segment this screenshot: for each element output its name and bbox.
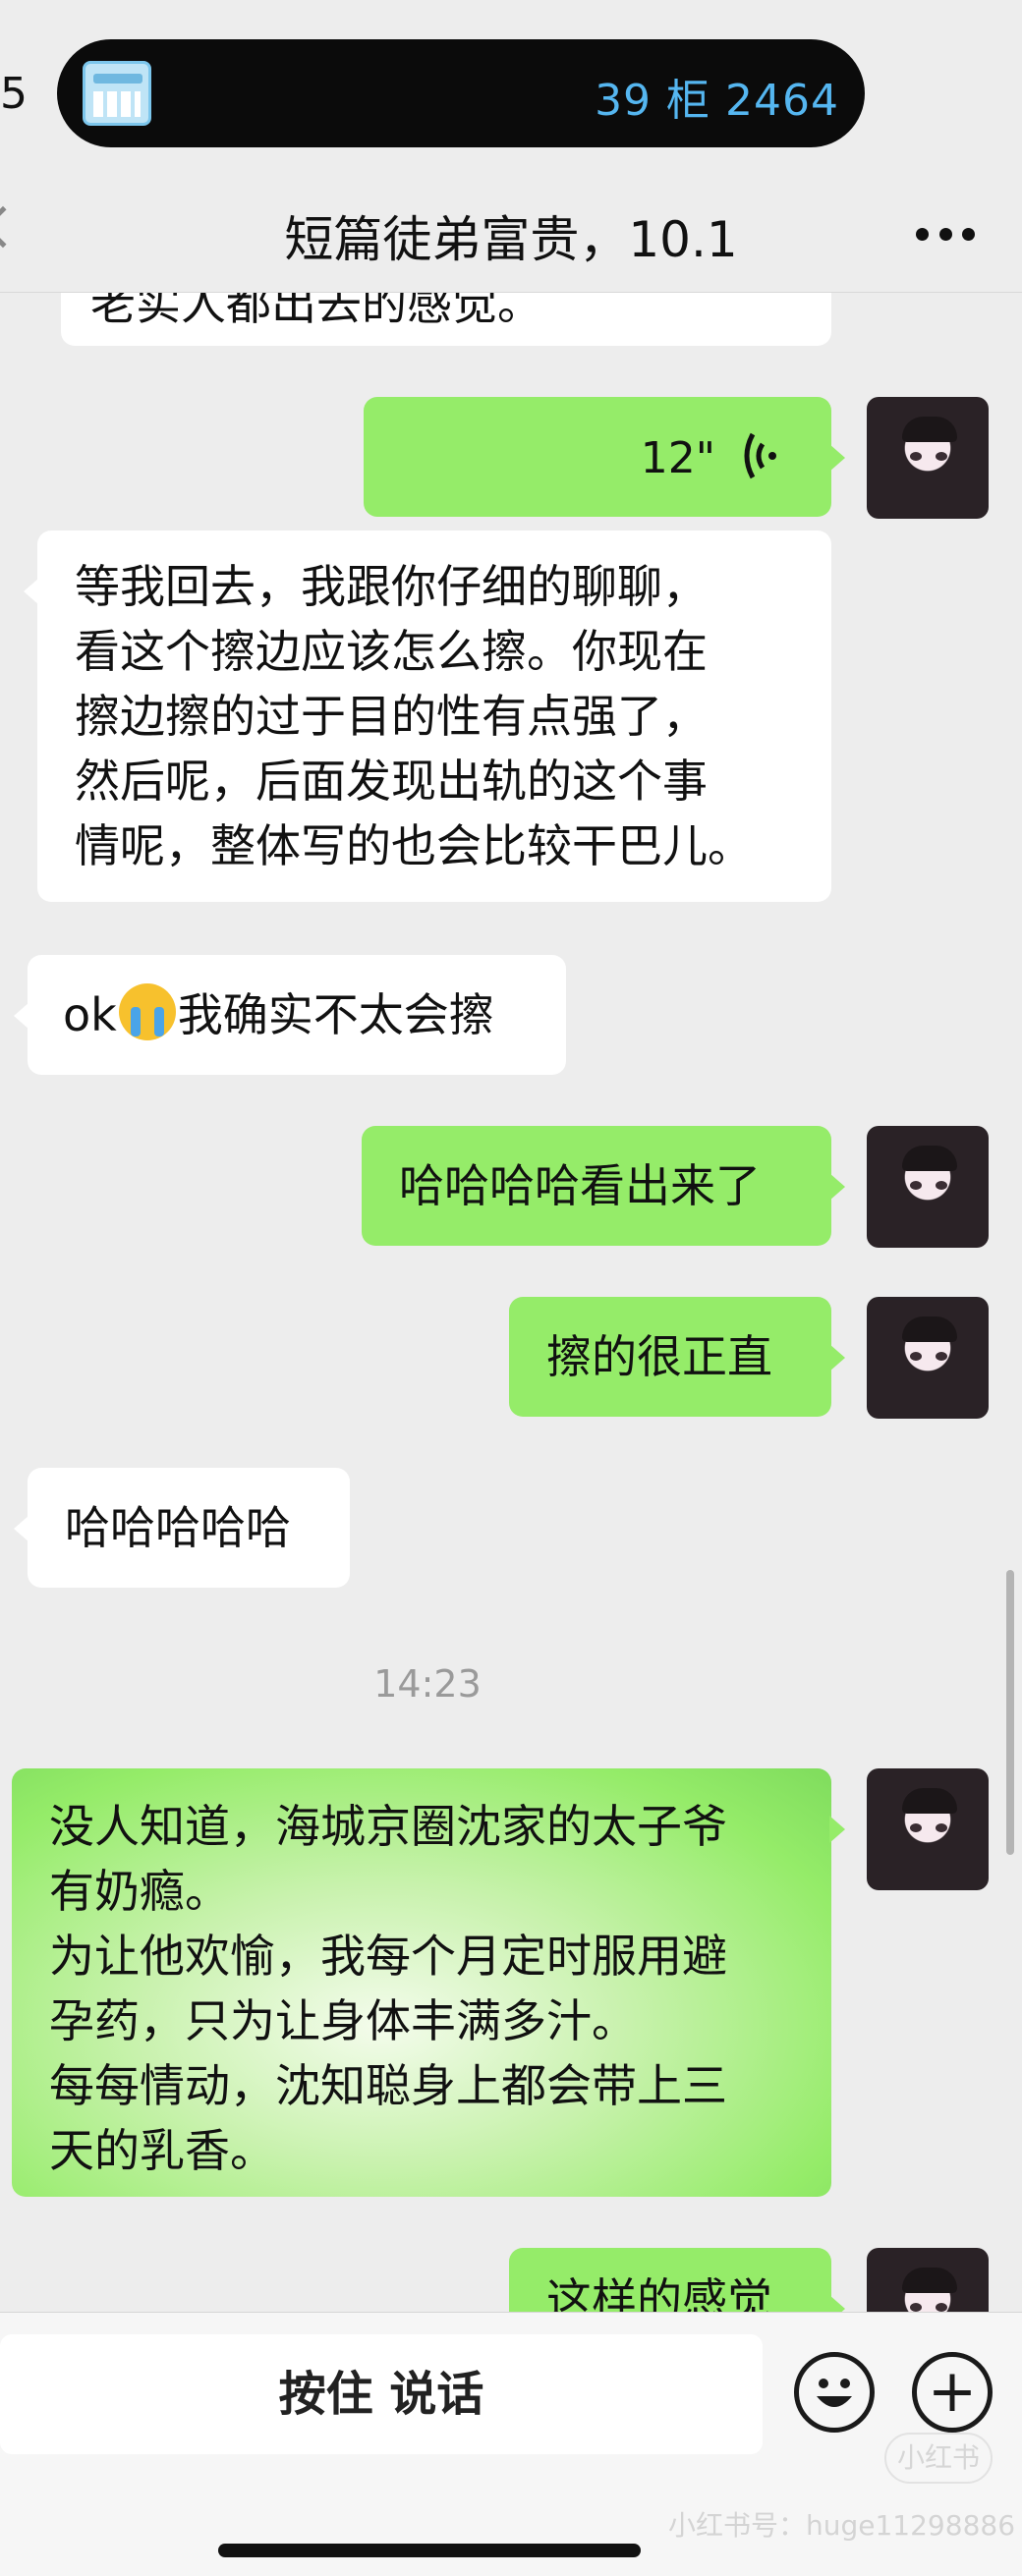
avatar[interactable] bbox=[867, 1126, 989, 1248]
pill-text: 39 柜 2464 bbox=[595, 76, 839, 126]
message-line: 有奶瘾。 bbox=[49, 1865, 230, 1918]
avatar[interactable] bbox=[867, 1768, 989, 1890]
message-bubble-left[interactable]: 等我回去，我跟你仔细的聊聊， 看这个擦边应该怎么擦。你现在 擦边擦的过于目的性有… bbox=[24, 531, 831, 902]
voice-length: 12" bbox=[640, 433, 715, 483]
message-line: 情呢，整体写的也会比较干巴儿。 bbox=[75, 819, 753, 872]
message-line: 擦边擦的过于目的性有点强了， bbox=[75, 690, 708, 743]
home-indicator bbox=[218, 2544, 641, 2557]
message-bubble-left[interactable]: ok 我确实不太会擦 bbox=[14, 955, 566, 1075]
avatar[interactable] bbox=[867, 1297, 989, 1419]
message-bubble-left[interactable]: 老实人都出去的感觉。 bbox=[61, 293, 831, 346]
message-text: 哈哈哈哈哈 bbox=[65, 1501, 291, 1554]
message-bubble-right[interactable]: 擦的很正直 bbox=[509, 1297, 845, 1417]
emoji-button-icon[interactable] bbox=[794, 2352, 875, 2433]
watermark-text: 小红书号：huge11298886 bbox=[668, 2509, 1016, 2542]
calendar-icon bbox=[83, 61, 151, 126]
more-icon[interactable] bbox=[916, 228, 975, 242]
message-text: 哈哈哈哈看出来了 bbox=[399, 1159, 761, 1212]
message-bubble-right[interactable]: 哈哈哈哈看出来了 bbox=[362, 1126, 845, 1246]
hold-to-talk-button[interactable]: 按住 说话 bbox=[0, 2334, 763, 2454]
avatar[interactable] bbox=[867, 2248, 989, 2312]
message-bubble-right[interactable]: 这样的感觉 bbox=[509, 2248, 845, 2312]
dynamic-island-pill[interactable]: 39 柜 2464 bbox=[57, 39, 865, 147]
status-time-fragment: 5 bbox=[0, 69, 28, 119]
voice-wave-icon bbox=[739, 426, 782, 485]
message-line: 没人知道，海城京圈沈家的太子爷 bbox=[49, 1800, 727, 1853]
message-line: 天的乳香。 bbox=[49, 2124, 275, 2177]
crying-emoji bbox=[118, 983, 176, 1040]
message-text: 这样的感觉 bbox=[546, 2273, 772, 2312]
message-line: 每每情动，沈知聪身上都会带上三 bbox=[49, 2059, 727, 2112]
watermark-badge: 小红书 bbox=[884, 2433, 993, 2484]
message-bubble-left[interactable]: 哈哈哈哈哈 bbox=[14, 1468, 350, 1588]
plus-button-icon[interactable]: + bbox=[912, 2352, 993, 2433]
message-line: 然后呢，后面发现出轨的这个事 bbox=[75, 755, 708, 808]
message-line: 看这个擦边应该怎么擦。你现在 bbox=[75, 625, 708, 678]
input-bar: 按住 说话 + 小红书 小红书号：huge11298886 bbox=[0, 2312, 1022, 2576]
voice-message-bubble[interactable]: 12" bbox=[364, 397, 845, 517]
message-text: 擦的很正直 bbox=[546, 1330, 772, 1383]
message-line: 为让他欢愉，我每个月定时服用避 bbox=[49, 1930, 727, 1983]
message-text-suffix: 我确实不太会擦 bbox=[177, 988, 494, 1041]
message-line: 孕药，只为让身体丰满多汁。 bbox=[49, 1994, 637, 2047]
avatar[interactable] bbox=[867, 397, 989, 519]
chat-area[interactable]: 老实人都出去的感觉。 12" 等我回去，我跟你仔细的聊聊， 看这个擦边应该怎么擦… bbox=[0, 293, 1022, 2312]
chat-title: 短篇徒弟富贵，10.1 bbox=[284, 211, 738, 268]
message-bubble-right[interactable]: 没人知道，海城京圈沈家的太子爷 有奶瘾。 为让他欢愉，我每个月定时服用避 孕药，… bbox=[12, 1768, 845, 2197]
scrollbar[interactable] bbox=[1006, 1570, 1014, 1855]
chat-header: 短篇徒弟富贵，10.1 bbox=[0, 177, 1022, 293]
message-text-prefix: ok bbox=[63, 988, 117, 1041]
message-line: 等我回去，我跟你仔细的聊聊， bbox=[75, 560, 708, 613]
message-text: 老实人都出去的感觉。 bbox=[90, 293, 542, 330]
timestamp: 14:23 bbox=[373, 1662, 482, 1706]
